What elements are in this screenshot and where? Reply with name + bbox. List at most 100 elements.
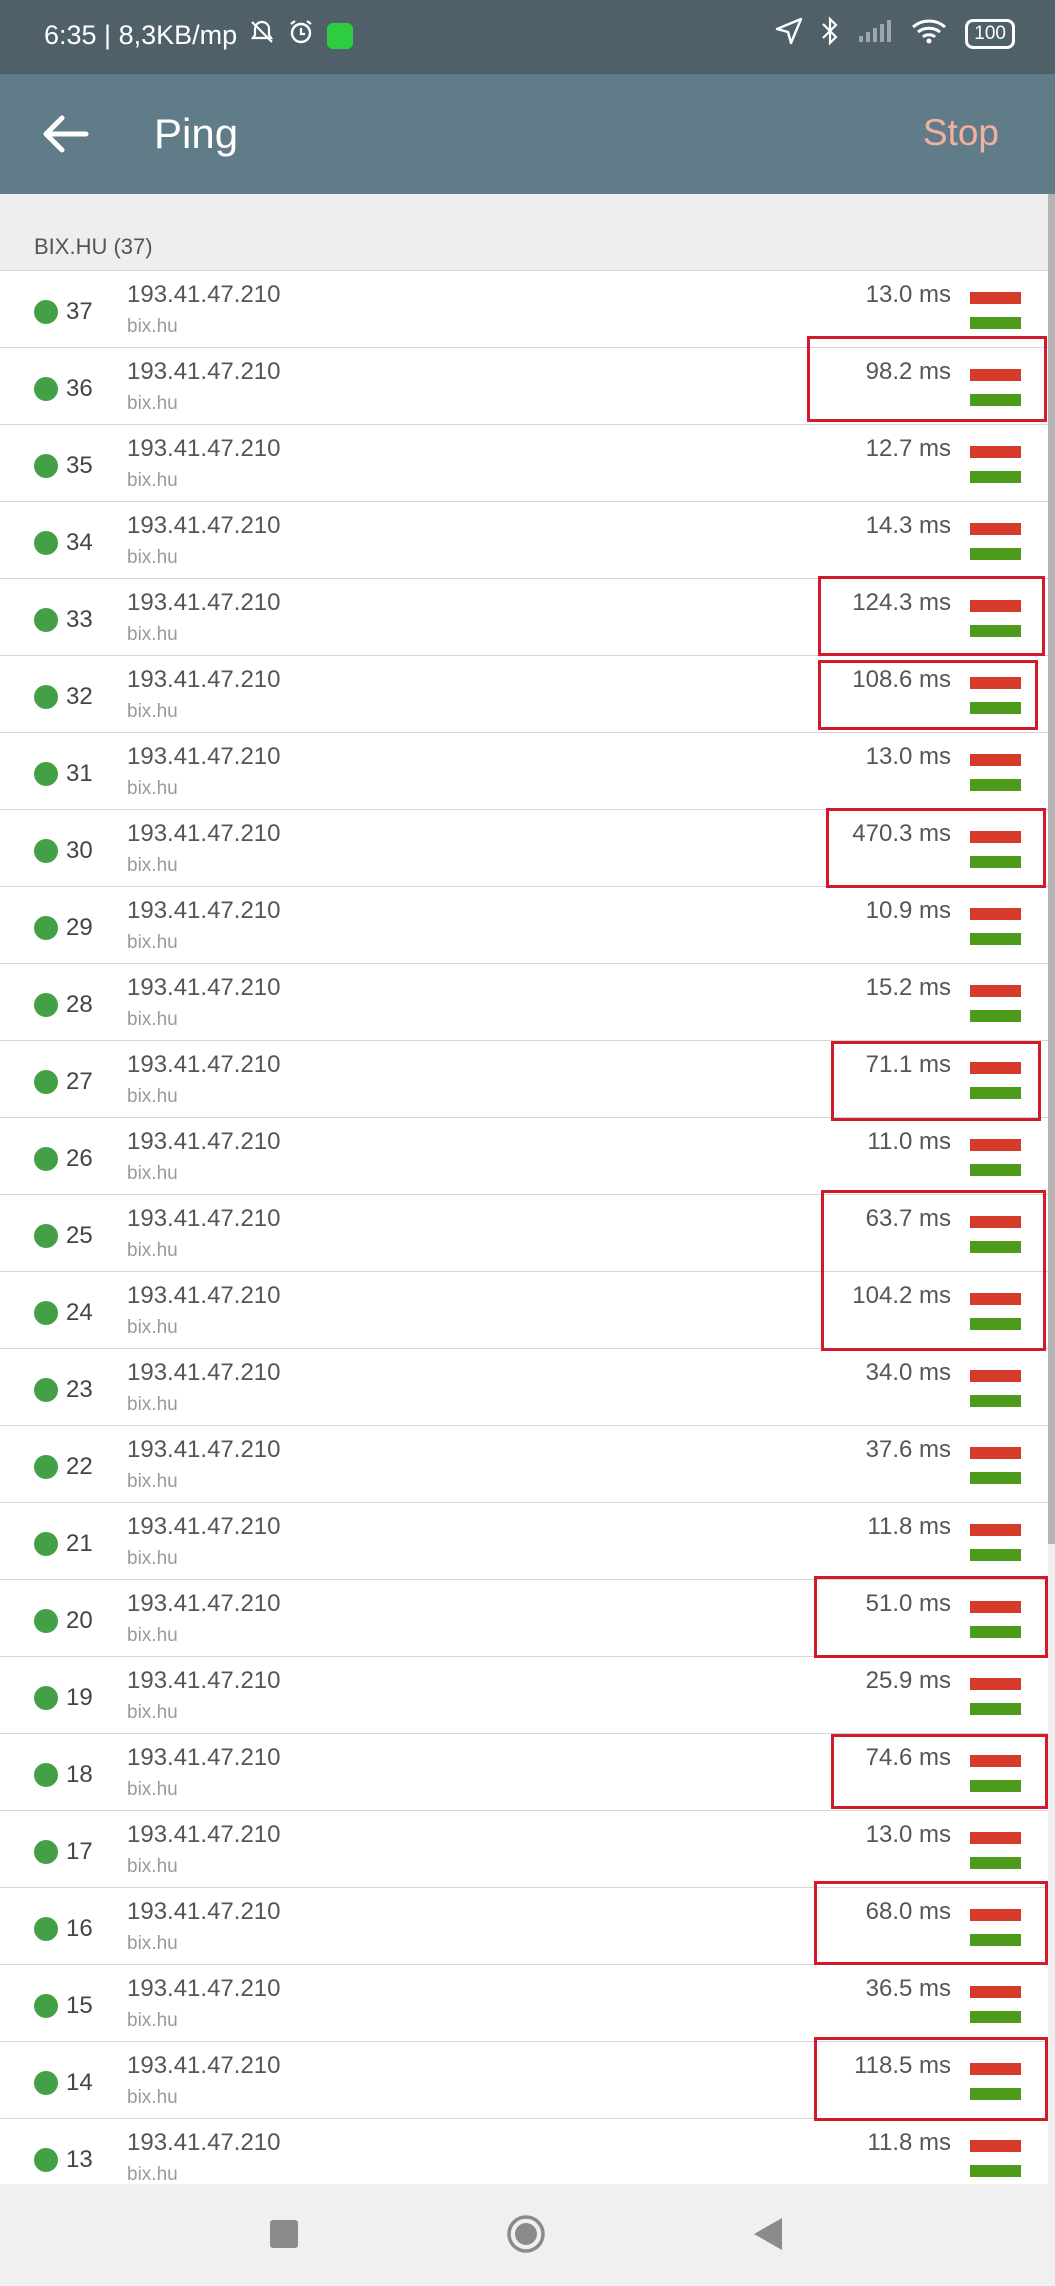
list-item[interactable]: 29 193.41.47.210 bix.hu 10.9 ms: [0, 887, 1048, 964]
list-item[interactable]: 35 193.41.47.210 bix.hu 12.7 ms: [0, 425, 1048, 502]
ip-address: 193.41.47.210: [127, 1359, 281, 1386]
ip-address: 193.41.47.210: [127, 743, 281, 770]
list-item[interactable]: 16 193.41.47.210 bix.hu 68.0 ms: [0, 1888, 1048, 1965]
back-button[interactable]: [36, 102, 100, 166]
ip-address: 193.41.47.210: [127, 1282, 281, 1309]
host-name: bix.hu: [127, 932, 178, 953]
list-item[interactable]: 22 193.41.47.210 bix.hu 37.6 ms: [0, 1426, 1048, 1503]
response-time: 13.0 ms: [865, 1821, 951, 1848]
list-item[interactable]: 37 193.41.47.210 bix.hu 13.0 ms: [0, 271, 1048, 348]
bluetooth-icon: [821, 16, 839, 51]
ip-address: 193.41.47.210: [127, 666, 281, 693]
status-dot-icon: [34, 608, 58, 632]
latency-bar-green: [970, 1010, 1021, 1022]
status-dot-icon: [34, 1378, 58, 1402]
nav-bar: [0, 2184, 1055, 2286]
sequence-number: 33: [66, 606, 93, 633]
response-time: 36.5 ms: [865, 1975, 951, 2002]
response-time: 13.0 ms: [865, 281, 951, 308]
list-item[interactable]: 25 193.41.47.210 bix.hu 63.7 ms: [0, 1195, 1048, 1272]
sequence-number: 30: [66, 837, 93, 864]
list-item[interactable]: 13 193.41.47.210 bix.hu 11.8 ms: [0, 2119, 1048, 2184]
list-item[interactable]: 34 193.41.47.210 bix.hu 14.3 ms: [0, 502, 1048, 579]
status-dot-icon: [34, 1224, 58, 1248]
stop-button[interactable]: Stop: [923, 112, 999, 154]
list-item[interactable]: 27 193.41.47.210 bix.hu 71.1 ms: [0, 1041, 1048, 1118]
list-item[interactable]: 15 193.41.47.210 bix.hu 36.5 ms: [0, 1965, 1048, 2042]
latency-bar-red: [970, 1216, 1021, 1228]
latency-bar-green: [970, 779, 1021, 791]
rows-container: 37 193.41.47.210 bix.hu 13.0 ms 36 193.41.47.…: [0, 271, 1048, 2184]
list-item[interactable]: 23 193.41.47.210 bix.hu 34.0 ms: [0, 1349, 1048, 1426]
home-icon[interactable]: [506, 2214, 546, 2254]
back-icon[interactable]: [752, 2216, 784, 2252]
list-item[interactable]: 31 193.41.47.210 bix.hu 13.0 ms: [0, 733, 1048, 810]
ip-address: 193.41.47.210: [127, 1821, 281, 1848]
status-dot-icon: [34, 531, 58, 555]
list-item[interactable]: 17 193.41.47.210 bix.hu 13.0 ms: [0, 1811, 1048, 1888]
latency-bar-red: [970, 1832, 1021, 1844]
status-dot-icon: [34, 377, 58, 401]
wifi-icon: [911, 17, 947, 50]
list-item[interactable]: 18 193.41.47.210 bix.hu 74.6 ms: [0, 1734, 1048, 1811]
response-time: 108.6 ms: [852, 666, 951, 693]
sequence-number: 13: [66, 2146, 93, 2173]
battery-icon: 100: [965, 18, 1015, 49]
host-name: bix.hu: [127, 1625, 178, 1646]
scrollbar-thumb[interactable]: [1048, 194, 1055, 1544]
sequence-number: 34: [66, 529, 93, 556]
list-item[interactable]: 28 193.41.47.210 bix.hu 15.2 ms: [0, 964, 1048, 1041]
latency-bar-green: [970, 1395, 1021, 1407]
sequence-number: 36: [66, 375, 93, 402]
response-time: 25.9 ms: [865, 1667, 951, 1694]
sequence-number: 28: [66, 991, 93, 1018]
host-name: bix.hu: [127, 855, 178, 876]
latency-bar-red: [970, 446, 1021, 458]
ip-address: 193.41.47.210: [127, 2129, 281, 2156]
host-name: bix.hu: [127, 470, 178, 491]
sequence-number: 21: [66, 1530, 93, 1557]
app-badge-icon: [327, 22, 354, 49]
latency-bar-red: [970, 600, 1021, 612]
ip-address: 193.41.47.210: [127, 1128, 281, 1155]
latency-bar-green: [970, 471, 1021, 483]
ip-address: 193.41.47.210: [127, 820, 281, 847]
latency-bar-green: [970, 394, 1021, 406]
host-name: bix.hu: [127, 1779, 178, 1800]
list-item[interactable]: 33 193.41.47.210 bix.hu 124.3 ms: [0, 579, 1048, 656]
host-name: bix.hu: [127, 1240, 178, 1261]
latency-bar-green: [970, 1318, 1021, 1330]
list-item[interactable]: 36 193.41.47.210 bix.hu 98.2 ms: [0, 348, 1048, 425]
list-item[interactable]: 21 193.41.47.210 bix.hu 11.8 ms: [0, 1503, 1048, 1580]
host-name: bix.hu: [127, 1394, 178, 1415]
sequence-number: 23: [66, 1376, 93, 1403]
status-dot-icon: [34, 1070, 58, 1094]
list-item[interactable]: 24 193.41.47.210 bix.hu 104.2 ms: [0, 1272, 1048, 1349]
response-time: 124.3 ms: [852, 589, 951, 616]
sequence-number: 22: [66, 1453, 93, 1480]
list-item[interactable]: 14 193.41.47.210 bix.hu 118.5 ms: [0, 2042, 1048, 2119]
response-time: 11.8 ms: [867, 1513, 951, 1540]
status-dot-icon: [34, 993, 58, 1017]
status-dot-icon: [34, 1840, 58, 1864]
list-item[interactable]: 19 193.41.47.210 bix.hu 25.9 ms: [0, 1657, 1048, 1734]
recent-apps-icon[interactable]: [270, 2220, 298, 2248]
ip-address: 193.41.47.210: [127, 1051, 281, 1078]
ip-address: 193.41.47.210: [127, 435, 281, 462]
list-item[interactable]: 20 193.41.47.210 bix.hu 51.0 ms: [0, 1580, 1048, 1657]
host-name: bix.hu: [127, 2164, 178, 2184]
list-item[interactable]: 30 193.41.47.210 bix.hu 470.3 ms: [0, 810, 1048, 887]
latency-bar-green: [970, 1549, 1021, 1561]
status-dot-icon: [34, 1763, 58, 1787]
status-dot-icon: [34, 1917, 58, 1941]
list-item[interactable]: 26 193.41.47.210 bix.hu 11.0 ms: [0, 1118, 1048, 1195]
latency-bar-green: [970, 1164, 1021, 1176]
latency-bar-red: [970, 292, 1021, 304]
host-name: bix.hu: [127, 1163, 178, 1184]
latency-bar-green: [970, 1087, 1021, 1099]
ping-results-list[interactable]: BIX.HU (37) 37 193.41.47.210 bix.hu 13.0 ms…: [0, 194, 1048, 2184]
ip-address: 193.41.47.210: [127, 358, 281, 385]
list-item[interactable]: 32 193.41.47.210 bix.hu 108.6 ms: [0, 656, 1048, 733]
ip-address: 193.41.47.210: [127, 589, 281, 616]
status-dot-icon: [34, 1686, 58, 1710]
